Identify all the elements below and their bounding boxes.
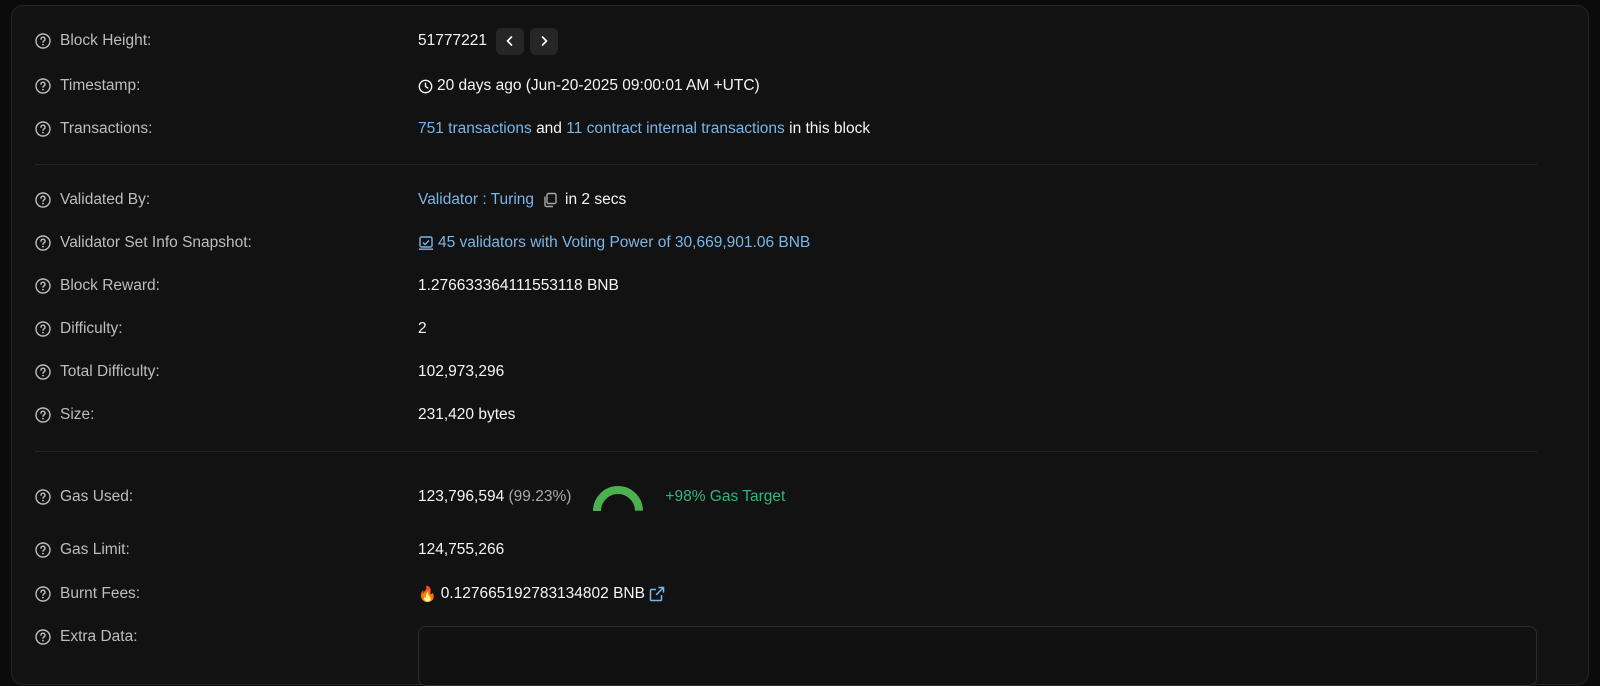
help-icon[interactable]	[35, 235, 51, 251]
gas-limit-label: Gas Limit:	[60, 541, 130, 558]
row-validator-set: Validator Set Info Snapshot: 45 validato…	[35, 231, 1600, 255]
help-icon[interactable]	[35, 33, 51, 49]
row-validated-by: Validated By: Validator : Turing in 2 se…	[35, 188, 1600, 212]
transactions-link[interactable]: 751 transactions	[418, 120, 532, 138]
help-icon[interactable]	[35, 278, 51, 294]
row-difficulty: Difficulty: 2	[35, 317, 1600, 341]
validated-time: in 2 secs	[565, 191, 627, 208]
transactions-label: Transactions:	[60, 120, 153, 137]
gas-used-value: 123,796,594	[418, 488, 505, 505]
section-divider	[35, 164, 1537, 165]
row-gas-limit: Gas Limit: 124,755,266	[35, 538, 1600, 562]
size-value: 231,420 bytes	[418, 406, 516, 423]
help-icon[interactable]	[35, 78, 51, 94]
row-transactions: Transactions: 751 transactions and 11 co…	[35, 117, 1600, 141]
help-icon[interactable]	[35, 542, 51, 558]
size-label: Size:	[60, 406, 95, 423]
validated-by-label: Validated By:	[60, 191, 151, 208]
block-height-value: 51777221	[418, 32, 487, 49]
help-icon[interactable]	[35, 629, 51, 645]
copy-icon[interactable]	[542, 192, 558, 208]
timestamp-label: Timestamp:	[60, 77, 141, 94]
extra-data-label: Extra Data:	[60, 628, 138, 645]
row-total-difficulty: Total Difficulty: 102,973,296	[35, 360, 1600, 384]
help-icon[interactable]	[35, 586, 51, 602]
validator-set-link[interactable]: 45 validators with Voting Power of 30,66…	[438, 234, 810, 252]
row-block-height: Block Height: 51777221	[35, 27, 1600, 55]
validator-link[interactable]: Validator : Turing	[418, 191, 534, 209]
chevron-right-icon	[541, 36, 548, 46]
timestamp-value: 20 days ago (Jun-20-2025 09:00:01 AM +UT…	[437, 77, 760, 94]
extra-data-box[interactable]	[418, 626, 1537, 686]
transactions-and-text: and	[536, 120, 562, 137]
block-reward-label: Block Reward:	[60, 277, 160, 294]
gas-used-percent: (99.23%)	[508, 488, 572, 505]
gas-used-label: Gas Used:	[60, 488, 134, 505]
gas-usage-gauge	[593, 486, 644, 512]
chevron-left-icon	[506, 36, 513, 46]
gas-limit-value: 124,755,266	[418, 541, 505, 558]
total-difficulty-value: 102,973,296	[418, 363, 505, 380]
block-reward-value: 1.276633364111553118 BNB	[418, 277, 619, 294]
gas-target: +98% Gas Target	[665, 488, 786, 505]
fire-icon: 🔥	[418, 586, 437, 603]
internal-transactions-link[interactable]: 11 contract internal transactions	[566, 120, 785, 138]
next-block-button[interactable]	[529, 27, 558, 55]
help-icon[interactable]	[35, 489, 51, 505]
help-icon[interactable]	[35, 121, 51, 137]
burnt-fees-value: 0.127665192783134802 BNB	[440, 585, 645, 602]
total-difficulty-label: Total Difficulty:	[60, 363, 160, 380]
help-icon[interactable]	[35, 364, 51, 380]
help-icon[interactable]	[35, 321, 51, 337]
clock-icon	[418, 79, 433, 93]
difficulty-value: 2	[418, 320, 427, 337]
external-link-icon[interactable]	[649, 586, 665, 602]
snapshot-icon	[419, 236, 433, 250]
row-timestamp: Timestamp: 20 days ago (Jun-20-2025 09:0…	[35, 74, 1600, 98]
validator-set-label: Validator Set Info Snapshot:	[60, 234, 252, 251]
prev-block-button[interactable]	[495, 27, 524, 55]
section-divider	[35, 451, 1537, 452]
transactions-suffix: in this block	[789, 120, 871, 137]
burnt-fees-label: Burnt Fees:	[60, 585, 141, 602]
row-burnt-fees: Burnt Fees: 🔥 0.127665192783134802 BNB	[35, 582, 1600, 606]
row-block-reward: Block Reward: 1.276633364111553118 BNB	[35, 274, 1600, 298]
help-icon[interactable]	[35, 407, 51, 423]
row-size: Size: 231,420 bytes	[35, 403, 1600, 427]
row-gas-used: Gas Used: 123,796,594 (99.23%) +98% Gas …	[35, 485, 1600, 512]
difficulty-label: Difficulty:	[60, 320, 123, 337]
block-height-label: Block Height:	[60, 32, 152, 49]
help-icon[interactable]	[35, 192, 51, 208]
